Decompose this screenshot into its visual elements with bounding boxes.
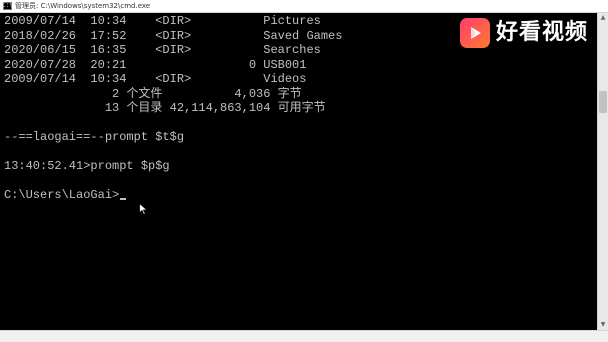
current-prompt: C:\Users\LaoGai> — [4, 188, 120, 202]
cmd-window: C:\ 管理员: C:\Windows\system32\cmd.exe 200… — [0, 0, 608, 342]
play-logo-icon — [460, 18, 490, 48]
video-watermark: 好看视频 — [460, 18, 588, 48]
scroll-down-arrow-icon[interactable]: ▼ — [598, 320, 608, 330]
console-line: 2020/06/15 16:35 <DIR> Searches — [4, 43, 321, 57]
console-line: 13 个目录 42,114,863,104 可用字节 — [4, 101, 326, 115]
console-line: --==laogai==--prompt $t$g — [4, 130, 185, 144]
window-title: 管理员: C:\Windows\system32\cmd.exe — [15, 2, 151, 10]
scroll-up-arrow-icon[interactable]: ▲ — [598, 13, 608, 23]
horizontal-scrollbar[interactable] — [0, 330, 608, 342]
console-output[interactable]: 2009/07/14 10:34 <DIR> Pictures 2018/02/… — [0, 13, 597, 330]
scrollbar-thumb[interactable] — [599, 91, 607, 113]
console-line: 2009/07/14 10:34 <DIR> Pictures — [4, 14, 321, 28]
console-line: 2018/02/26 17:52 <DIR> Saved Games — [4, 28, 343, 43]
vertical-scrollbar[interactable]: ▲ ▼ — [597, 13, 608, 330]
mouse-pointer-icon — [139, 203, 148, 215]
console-line: 2020/07/28 20:21 0 USB001 — [4, 57, 307, 72]
text-cursor — [120, 198, 127, 200]
console-line: 13:40:52.41>prompt $p$g — [4, 159, 170, 173]
watermark-brand: 好看视频 — [496, 20, 589, 45]
title-bar[interactable]: C:\ 管理员: C:\Windows\system32\cmd.exe — [0, 0, 608, 13]
console-line: 2009/07/14 10:34 <DIR> Videos — [4, 72, 307, 86]
play-triangle-icon — [471, 27, 481, 39]
cmd-app-icon[interactable]: C:\ — [2, 2, 13, 10]
console-line: 2 个文件 4,036 字节 — [4, 86, 302, 101]
cmd-app-icon-glyph: C:\ — [2, 2, 13, 9]
prompt-line[interactable]: C:\Users\LaoGai> — [4, 188, 127, 203]
